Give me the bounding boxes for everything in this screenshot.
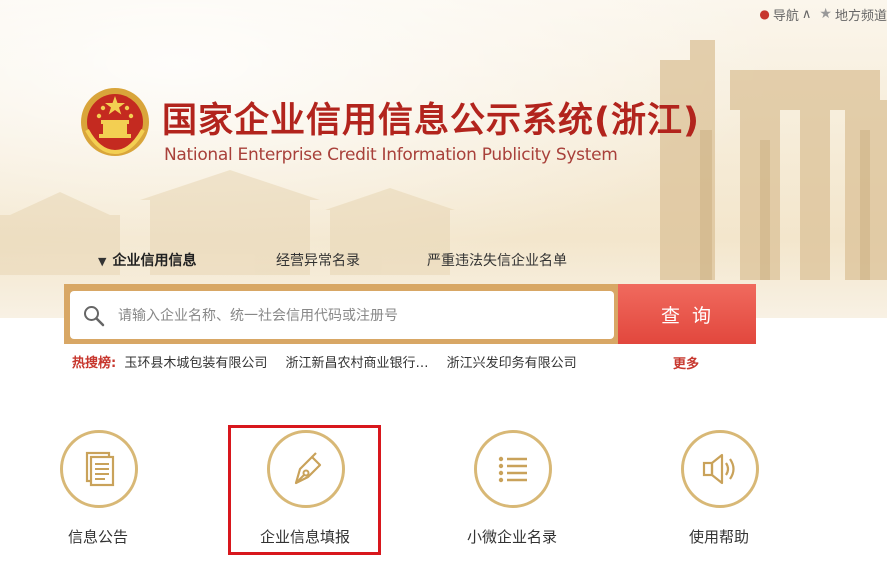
feature-info-announcement[interactable]: 信息公告	[23, 430, 173, 550]
feature-label: 使用帮助	[688, 528, 749, 546]
feature-usage-help[interactable]: 使用帮助	[644, 430, 794, 550]
local-channel-link[interactable]: ★ 地方频道	[819, 5, 887, 24]
search-input[interactable]	[118, 305, 598, 327]
tab-enterprise-credit[interactable]: ▼ 企业信用信息	[98, 250, 196, 270]
national-emblem-icon	[81, 88, 149, 156]
speaker-icon	[702, 453, 735, 485]
caret-down-icon: ▼	[98, 255, 107, 268]
tab-label: 严重违法失信企业名单	[427, 253, 567, 269]
nav-link[interactable]: ● 导航 ∧	[759, 5, 811, 24]
more-link[interactable]: 更多	[673, 353, 699, 372]
page-title: 国家企业信用信息公示系统(浙江)	[162, 101, 700, 141]
tab-abnormal-list[interactable]: 经营异常名录	[276, 250, 360, 270]
document-icon	[85, 451, 115, 487]
feature-label: 小微企业名录	[466, 528, 557, 546]
feature-circle	[474, 430, 552, 508]
chevron-up-icon: ∧	[801, 6, 812, 22]
feature-label: 信息公告	[67, 528, 128, 546]
feature-small-enterprise-list[interactable]: 小微企业名录	[437, 430, 587, 550]
feature-circle	[681, 430, 759, 508]
nav-label: 导航	[772, 8, 799, 24]
tab-serious-violation-list[interactable]: 严重违法失信企业名单	[427, 250, 567, 270]
tab-label: 经营异常名录	[276, 253, 360, 269]
tab-label: 企业信用信息	[112, 253, 197, 269]
top-links: ● 导航 ∧ ★ 地方频道	[759, 4, 887, 24]
list-icon	[498, 456, 527, 483]
hot-search-list: 热搜榜: 玉环县木城包装有限公司 浙江新昌农村商业银行… 浙江兴发印务有限公司	[72, 352, 587, 371]
location-pin-icon: ●	[759, 7, 770, 21]
search-button[interactable]: 查询	[618, 284, 756, 344]
hot-search-item[interactable]: 玉环县木城包装有限公司	[124, 356, 267, 371]
hot-search-label: 热搜榜:	[72, 356, 117, 371]
search-icon	[84, 306, 105, 327]
page-subtitle: National Enterprise Credit Information P…	[164, 145, 618, 165]
hot-search-item[interactable]: 浙江新昌农村商业银行…	[286, 356, 429, 371]
local-channel-label: 地方频道	[834, 8, 887, 24]
star-icon: ★	[819, 6, 832, 22]
highlight-annotation-box	[228, 425, 381, 555]
hot-search-item[interactable]: 浙江兴发印务有限公司	[447, 356, 577, 371]
feature-circle	[60, 430, 138, 508]
